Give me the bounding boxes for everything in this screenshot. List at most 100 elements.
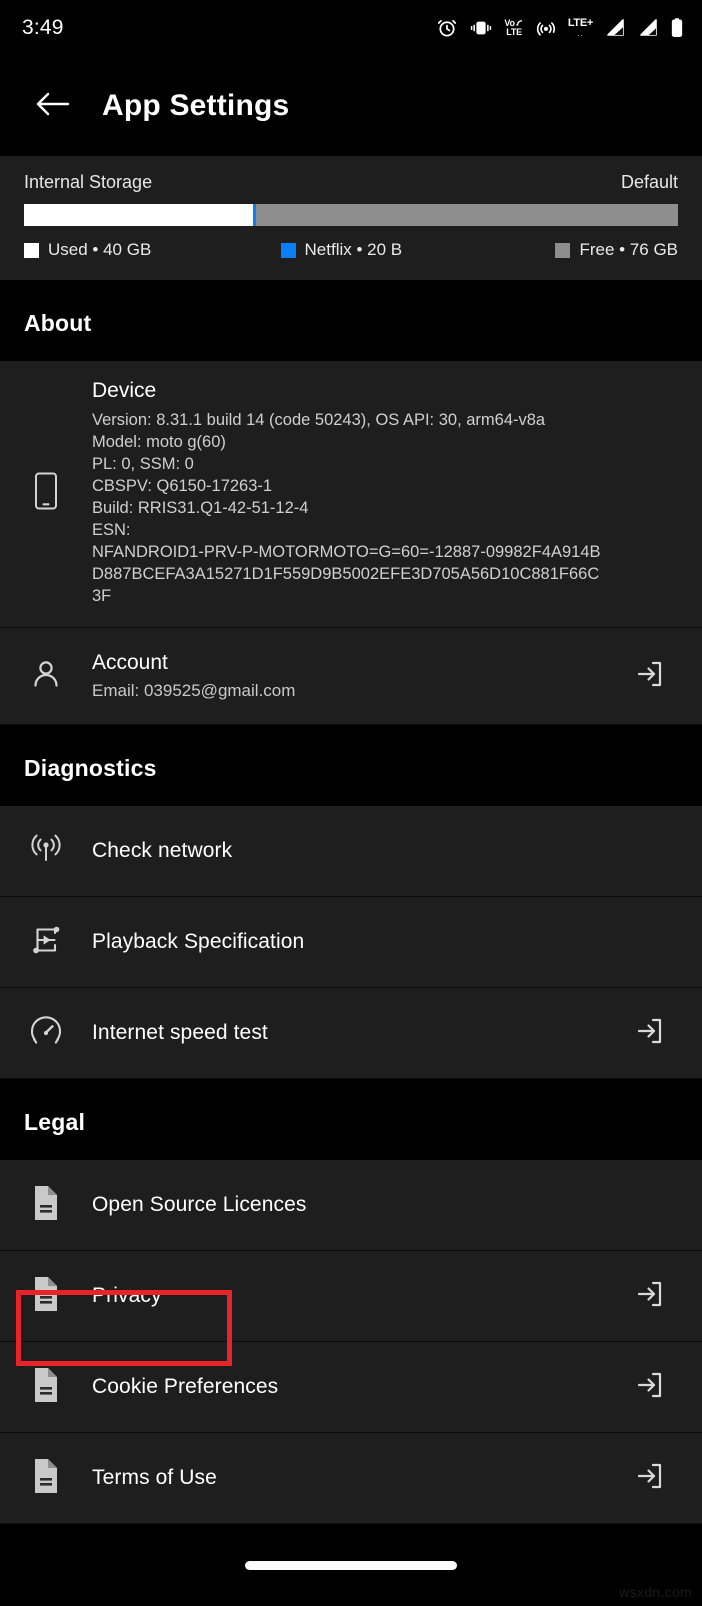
row-label-terms-of-use: Terms of Use xyxy=(92,1466,217,1490)
internal-storage-panel: Internal Storage Default Used • 40 GB Ne… xyxy=(0,156,702,280)
legend-swatch-free xyxy=(555,242,571,258)
page-title: App Settings xyxy=(102,89,290,122)
device-line-esn-3: 3F xyxy=(92,586,112,605)
device-line-esn-label: ESN: xyxy=(92,520,131,539)
signal-sim1-icon xyxy=(604,18,626,38)
row-label-privacy: Privacy xyxy=(92,1284,162,1308)
open-source-icon-wrap xyxy=(0,1160,92,1250)
check-network-body: Check network xyxy=(92,839,622,863)
storage-segment-free xyxy=(255,204,678,226)
smartphone-icon xyxy=(33,471,59,516)
cookie-pref-body: Cookie Preferences xyxy=(92,1375,622,1399)
storage-legend: Used • 40 GB Netflix • 20 B Free • 76 GB xyxy=(24,240,678,260)
legend-swatch-used xyxy=(24,242,39,258)
device-line-esn-2: D887BCEFA3A15271D1F559D9B5002EFE3D705A56… xyxy=(92,564,600,583)
terms-icon-wrap xyxy=(0,1433,92,1523)
legend-label-free: Free • 76 GB xyxy=(579,240,678,259)
status-bar-icons: Vo LTE LTE+ .. xyxy=(436,17,684,39)
terms-body: Terms of Use xyxy=(92,1466,622,1490)
open-external-icon xyxy=(634,1278,666,1315)
legend-swatch-netflix xyxy=(280,242,296,258)
status-bar: 3:49 Vo LTE LTE+ .. xyxy=(0,0,702,56)
document-icon xyxy=(31,1457,61,1500)
row-label-check-network: Check network xyxy=(92,839,233,863)
account-open-button[interactable] xyxy=(622,658,678,695)
volte-icon: Vo LTE xyxy=(504,18,522,37)
legend-item-netflix: Netflix • 20 B xyxy=(273,240,556,260)
device-line-model: Model: moto g(60) xyxy=(92,432,226,451)
row-internet-speed-test[interactable]: Internet speed test xyxy=(0,988,702,1080)
row-check-network[interactable]: Check network xyxy=(0,806,702,898)
legal-group: Open Source Licences Privacy Cookie Pref… xyxy=(0,1160,702,1525)
privacy-icon-wrap xyxy=(0,1251,92,1341)
alarm-icon xyxy=(436,17,458,39)
storage-title: Internal Storage xyxy=(24,172,153,192)
hotspot-icon xyxy=(535,17,557,39)
account-info: Account Email: 039525@gmail.com xyxy=(92,651,622,701)
row-terms-of-use[interactable]: Terms of Use xyxy=(0,1433,702,1525)
privacy-open-button[interactable] xyxy=(622,1278,678,1315)
device-line-build: Build: RRIS31.Q1-42-51-12-4 xyxy=(92,498,309,517)
open-external-icon xyxy=(634,1369,666,1406)
diagnostics-group: Check network Playback Specification Int… xyxy=(0,806,702,1080)
status-bar-clock: 3:49 xyxy=(22,16,64,39)
legend-item-used: Used • 40 GB xyxy=(24,240,273,260)
playback-spec-icon xyxy=(27,921,65,964)
playback-spec-icon-wrap xyxy=(0,897,92,987)
legend-label-netflix: Netflix • 20 B xyxy=(304,240,403,259)
legend-label-used: Used • 40 GB xyxy=(48,240,152,259)
system-navigation-bar: wsxdn.com xyxy=(0,1524,702,1606)
row-device[interactable]: Device Version: 8.31.1 build 14 (code 50… xyxy=(0,361,702,629)
row-account[interactable]: Account Email: 039525@gmail.com xyxy=(0,628,702,726)
device-icon-wrap xyxy=(0,379,92,607)
device-info: Device Version: 8.31.1 build 14 (code 50… xyxy=(92,379,678,607)
privacy-body: Privacy xyxy=(92,1284,622,1308)
open-external-icon xyxy=(634,658,666,695)
battery-icon xyxy=(670,17,684,39)
storage-type: Default xyxy=(620,172,678,192)
speed-test-icon-wrap xyxy=(0,988,92,1078)
signal-sim2-icon xyxy=(637,18,659,38)
speed-test-open-button[interactable] xyxy=(622,1015,678,1052)
section-header-about: About xyxy=(0,280,702,361)
row-label-playback-specification: Playback Specification xyxy=(92,930,305,954)
row-label-open-source-licences: Open Source Licences xyxy=(92,1193,307,1217)
check-network-icon-wrap xyxy=(0,806,92,896)
cookie-pref-icon-wrap xyxy=(0,1342,92,1432)
device-detail-lines: Version: 8.31.1 build 14 (code 50243), O… xyxy=(92,410,678,607)
row-label-internet-speed-test: Internet speed test xyxy=(92,1021,268,1045)
speed-test-body: Internet speed test xyxy=(92,1021,622,1045)
device-line-esn-1: NFANDROID1-PRV-P-MOTORMOTO=G=60=-12887-0… xyxy=(92,542,601,561)
document-icon xyxy=(31,1366,61,1409)
storage-segment-used xyxy=(24,204,253,226)
device-title: Device xyxy=(92,379,157,402)
home-indicator[interactable] xyxy=(245,1560,457,1570)
storage-header: Internal Storage Default xyxy=(24,172,678,193)
document-icon xyxy=(31,1275,61,1318)
account-icon-wrap xyxy=(0,628,92,724)
person-icon xyxy=(28,656,64,697)
row-privacy[interactable]: Privacy xyxy=(0,1251,702,1343)
storage-usage-bar xyxy=(24,204,678,226)
document-icon xyxy=(31,1184,61,1227)
open-external-icon xyxy=(634,1015,666,1052)
row-open-source-licences[interactable]: Open Source Licences xyxy=(0,1160,702,1252)
cookie-pref-open-button[interactable] xyxy=(622,1369,678,1406)
row-playback-specification[interactable]: Playback Specification xyxy=(0,897,702,989)
terms-open-button[interactable] xyxy=(622,1460,678,1497)
device-line-pl-ssm: PL: 0, SSM: 0 xyxy=(92,454,194,473)
account-email: Email: 039525@gmail.com xyxy=(92,681,296,701)
row-cookie-preferences[interactable]: Cookie Preferences xyxy=(0,1342,702,1434)
open-external-icon xyxy=(634,1460,666,1497)
section-header-diagnostics: Diagnostics xyxy=(0,725,702,807)
back-arrow-icon xyxy=(35,90,71,123)
speedometer-icon xyxy=(27,1012,65,1055)
section-header-legal: Legal xyxy=(0,1079,702,1161)
legend-item-free: Free • 76 GB xyxy=(555,240,678,260)
playback-spec-body: Playback Specification xyxy=(92,930,622,954)
back-button[interactable] xyxy=(30,83,76,129)
vibrate-icon xyxy=(469,17,493,39)
account-title: Account xyxy=(92,651,168,675)
about-group: Device Version: 8.31.1 build 14 (code 50… xyxy=(0,361,702,726)
row-label-cookie-preferences: Cookie Preferences xyxy=(92,1375,279,1399)
